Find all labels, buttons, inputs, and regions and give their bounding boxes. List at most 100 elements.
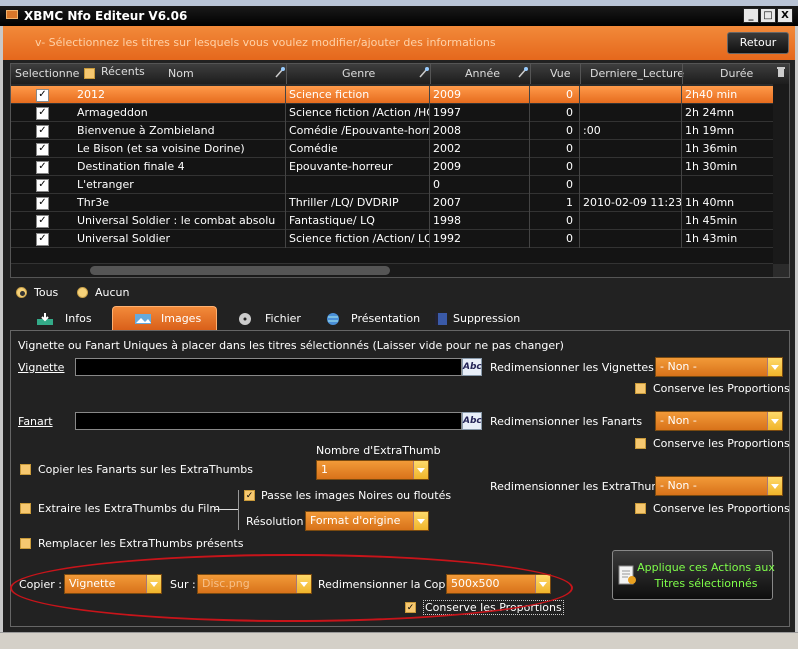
apply-line-1: Applique ces Actions aux	[637, 561, 775, 574]
recents-checkbox[interactable]	[84, 68, 95, 79]
select-value: - Non -	[660, 414, 697, 427]
col-duree[interactable]: Durée	[720, 67, 753, 80]
cell-nom: Bienvenue à Zombieland	[74, 122, 286, 140]
annotation-ellipse	[10, 554, 573, 622]
cell-annee: 1997	[430, 104, 530, 122]
resize-fanarts-select[interactable]: - Non -	[655, 411, 783, 431]
cell-duree: 1h 40mn	[685, 196, 735, 209]
conserve-vignettes-checkbox[interactable]	[635, 383, 646, 394]
cell-vue: 0	[530, 230, 580, 248]
col-annee[interactable]: Année	[465, 67, 500, 80]
trash-icon[interactable]	[776, 66, 786, 78]
tab-images[interactable]: Images	[134, 308, 214, 330]
wand-icon[interactable]	[419, 66, 429, 78]
minimize-button[interactable]: _	[743, 8, 759, 23]
cell-nom: Universal Soldier : le combat absolu	[74, 212, 286, 230]
row-checkbox[interactable]: ✓	[36, 233, 49, 246]
group-divider	[238, 490, 239, 530]
tous-label[interactable]: Tous	[34, 286, 58, 299]
table-row[interactable]: ✓ Bienvenue à Zombieland Comédie /Epouva…	[11, 122, 773, 140]
resize-extrathumbs-select[interactable]: - Non -	[655, 476, 783, 496]
close-button[interactable]: X	[777, 8, 793, 23]
table-row[interactable]: ✓ 2012 Science fiction 2009 0 2h40 min	[11, 86, 773, 104]
vertical-scrollbar[interactable]	[773, 84, 789, 264]
col-genre[interactable]: Genre	[342, 67, 375, 80]
fanart-input[interactable]	[75, 412, 462, 430]
scrollbar-thumb[interactable]	[90, 266, 390, 275]
status-bar	[0, 632, 798, 649]
tab-fichier[interactable]: Fichier	[236, 308, 306, 330]
table-row[interactable]: ✓ Universal Soldier Science fiction /Act…	[11, 230, 773, 248]
cell-vue: 0	[530, 212, 580, 230]
col-vue[interactable]: Vue	[550, 67, 571, 80]
select-value: Format d'origine	[310, 514, 401, 527]
conserve-fanarts-checkbox[interactable]	[635, 438, 646, 449]
col-selectionne[interactable]: Selectionne	[15, 67, 79, 80]
table-row[interactable]: ✓ Thr3e Thriller /LQ/ DVDRIP 2007 1 2010…	[11, 194, 773, 212]
row-checkbox[interactable]: ✓	[36, 107, 49, 120]
aucun-label[interactable]: Aucun	[95, 286, 130, 299]
conserve-extrathumbs-checkbox[interactable]	[635, 503, 646, 514]
tab-presentation[interactable]: Présentation	[324, 308, 424, 330]
cell-nom: Thr3e	[74, 194, 286, 212]
col-nom[interactable]: Nom	[168, 67, 194, 80]
table-row[interactable]: ✓ L'etranger 0 0	[11, 176, 773, 194]
remplacer-checkbox[interactable]	[20, 538, 31, 549]
cell-derniere	[580, 158, 682, 176]
maximize-button[interactable]: □	[760, 8, 776, 23]
image-icon	[135, 314, 151, 324]
cell-genre: Science fiction /Action /HQ	[286, 104, 430, 122]
copier-fanarts-checkbox[interactable]	[20, 464, 31, 475]
col-derniere-lecture[interactable]: Derniere_Lecture	[590, 67, 684, 80]
resize-vignettes-select[interactable]: - Non -	[655, 357, 783, 377]
resolution-select[interactable]: Format d'origine	[305, 511, 429, 531]
chevron-down-icon	[413, 512, 428, 530]
retour-button[interactable]: Retour	[727, 32, 789, 54]
remplacer-label: Remplacer les ExtraThumbs présents	[38, 537, 244, 550]
wand-icon[interactable]	[275, 66, 285, 78]
col-separator	[682, 64, 683, 84]
tab-infos[interactable]: Infos	[36, 308, 106, 330]
table-row[interactable]: ✓ Armageddon Science fiction /Action /HQ…	[11, 104, 773, 122]
row-checkbox[interactable]: ✓	[36, 197, 49, 210]
row-checkbox[interactable]: ✓	[36, 143, 49, 156]
nombre-extrathumb-select[interactable]: 1	[316, 460, 429, 480]
cell-annee: 0	[430, 176, 530, 194]
table-row[interactable]: ✓ Destination finale 4 Epouvante-horreur…	[11, 158, 773, 176]
row-checkbox[interactable]: ✓	[36, 179, 49, 192]
extraire-label: Extraire les ExtraThumbs du Film	[38, 502, 221, 515]
aucun-radio[interactable]	[77, 287, 88, 298]
vignette-input[interactable]	[75, 358, 462, 376]
cell-genre: Comédie	[286, 140, 430, 158]
row-checkbox[interactable]: ✓	[36, 215, 49, 228]
cell-genre: Fantastique/ LQ	[286, 212, 430, 230]
cell-vue: 0	[530, 158, 580, 176]
panel-intro: Vignette ou Fanart Uniques à placer dans…	[18, 339, 564, 352]
tab-suppression[interactable]: Suppression	[433, 308, 523, 330]
cell-annee: 1998	[430, 212, 530, 230]
tab-label: Images	[161, 312, 202, 325]
row-checkbox[interactable]: ✓	[36, 161, 49, 174]
chevron-down-icon	[413, 461, 428, 479]
col-recents[interactable]: Récents	[101, 65, 145, 78]
tous-radio[interactable]	[16, 287, 27, 298]
col-separator	[430, 64, 431, 84]
cell-genre: Comédie /Epouvante-horreur	[286, 122, 430, 140]
cell-annee: 2009	[430, 158, 530, 176]
cell-duree: 2h40 min	[685, 88, 738, 101]
cell-genre: Science fiction	[286, 86, 430, 104]
cell-derniere: 2010-02-09 11:23	[580, 194, 682, 212]
table-row[interactable]: ✓ Universal Soldier : le combat absolu F…	[11, 212, 773, 230]
cell-nom: 2012	[74, 86, 286, 104]
table-row[interactable]: ✓ Le Bison (et sa voisine Dorine) Comédi…	[11, 140, 773, 158]
row-checkbox[interactable]: ✓	[36, 89, 49, 102]
extraire-checkbox[interactable]	[20, 503, 31, 514]
wand-icon[interactable]	[518, 66, 528, 78]
resize-extrathumbs-label: Redimensionner les ExtraThumbs	[490, 480, 675, 493]
conserve-fanarts-label: Conserve les Proportions	[653, 437, 790, 450]
browse-icon[interactable]: Abc	[462, 412, 482, 430]
tab-label: Fichier	[265, 312, 301, 325]
row-checkbox[interactable]: ✓	[36, 125, 49, 138]
passe-images-checkbox[interactable]: ✓	[244, 490, 255, 501]
browse-icon[interactable]: Abc	[462, 358, 482, 376]
